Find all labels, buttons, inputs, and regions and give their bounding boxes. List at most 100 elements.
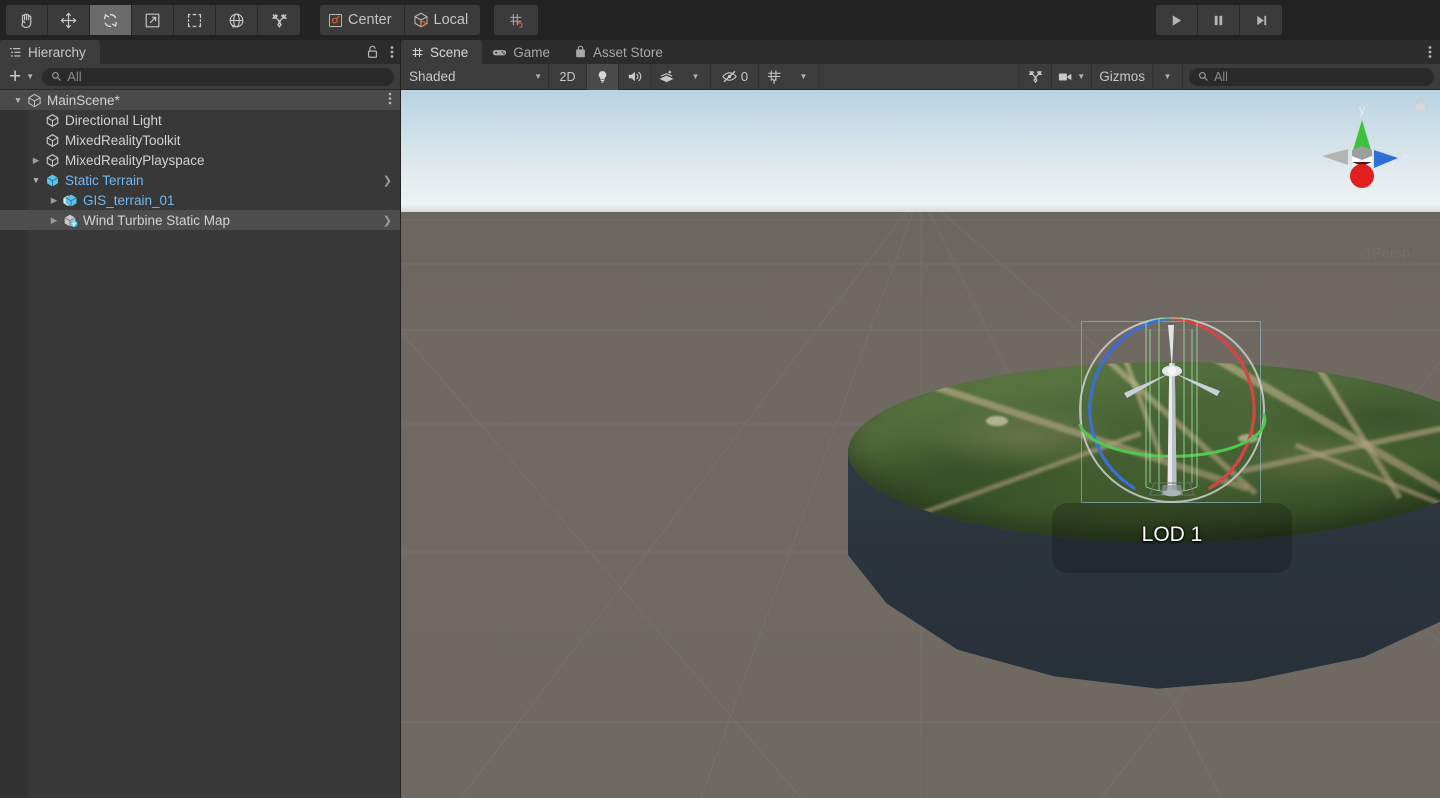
tab-scene-label: Scene — [430, 44, 469, 60]
scene-view-gizmo[interactable]: y z x — [1306, 98, 1418, 226]
component-tools-icon — [1028, 70, 1043, 84]
scene-camera-button[interactable]: ▼ — [1052, 63, 1093, 90]
search-icon — [1198, 71, 1208, 81]
playback-controls — [1156, 5, 1282, 35]
chevron-down-icon: ▼ — [1077, 72, 1086, 81]
hierarchy-row-mixedrealityplayspace[interactable]: ▶ MixedRealityPlayspace — [0, 150, 400, 170]
tab-game[interactable]: Game — [482, 40, 564, 64]
hidden-objects-button[interactable]: 0 — [711, 63, 759, 90]
hierarchy-icon — [9, 47, 21, 57]
gizmos-button[interactable]: Gizmos — [1092, 63, 1153, 90]
hand-tool-button[interactable] — [6, 5, 48, 35]
rect-tool-button[interactable] — [174, 5, 216, 35]
hierarchy-row-mixedrealitytoolkit[interactable]: MixedRealityToolkit — [0, 130, 400, 150]
move-icon — [60, 12, 77, 28]
pivot-mode-label: Center — [348, 12, 392, 28]
row-icon-wrap — [62, 212, 79, 229]
play-icon — [1172, 14, 1182, 26]
scene-panel: Scene Game Asset Store Shaded ▼ 2D ▼ 0 ▼… — [401, 40, 1440, 798]
projection-mode-toggle[interactable]: ◁ Persp — [1358, 246, 1410, 262]
hierarchy-row-mainscene[interactable]: ▼ MainScene* — [0, 90, 400, 110]
lock-icon[interactable] — [366, 45, 379, 59]
gizmo-lock-icon[interactable] — [1413, 97, 1428, 113]
toggle-audio-button[interactable] — [619, 63, 651, 90]
grid-snap-icon — [509, 13, 523, 28]
scene-menu-icon[interactable] — [1428, 45, 1432, 59]
hierarchy-row-label: MixedRealityToolkit — [65, 132, 181, 148]
grid-visibility-button[interactable] — [759, 64, 789, 90]
hierarchy-row-label: Directional Light — [65, 112, 162, 128]
speaker-icon — [628, 71, 641, 82]
eye-off-icon — [722, 70, 737, 83]
open-prefab-chevron-icon[interactable]: ❯ — [383, 174, 392, 187]
hierarchy-row-wind-turbine-static-map[interactable]: ▶ Wind Turbine Static Map ❯ — [0, 210, 400, 230]
chevron-right-icon[interactable]: ▶ — [46, 195, 62, 206]
open-prefab-chevron-icon[interactable]: ❯ — [383, 214, 392, 227]
space-mode-button[interactable]: Local — [404, 5, 481, 35]
scene-search-placeholder: All — [1214, 69, 1228, 84]
hierarchy-row-gis-terrain-01[interactable]: ▶ GIS_terrain_01 — [0, 190, 400, 210]
hierarchy-row-label: MixedRealityPlayspace — [65, 152, 205, 168]
chevron-down-icon[interactable]: ▼ — [28, 175, 44, 185]
gizmo-neg-x-cone[interactable] — [1322, 149, 1348, 165]
gizmos-label: Gizmos — [1099, 69, 1145, 84]
pause-button[interactable] — [1198, 5, 1240, 35]
hierarchy-menu-icon[interactable] — [390, 45, 394, 59]
search-icon — [52, 71, 61, 81]
scene-viewport[interactable]: LOD 1 y z x ◁ Persp — [401, 90, 1440, 798]
pivot-space-group: Center Local — [320, 4, 481, 36]
hierarchy-panel: Hierarchy + ▼ All ▼ MainScene* Direction… — [0, 40, 400, 796]
grid-snapping-button[interactable] — [494, 5, 539, 35]
store-icon — [576, 45, 585, 58]
row-icon-wrap — [44, 112, 61, 129]
rotate-tool-button[interactable] — [90, 5, 132, 35]
component-tools-button[interactable] — [1018, 63, 1053, 90]
gizmos-dropdown[interactable]: ▼ — [1153, 63, 1183, 90]
tab-asset-store-label: Asset Store — [593, 44, 663, 60]
hierarchy-search-input[interactable]: All — [42, 67, 394, 86]
hierarchy-row-directional-light[interactable]: Directional Light — [0, 110, 400, 130]
tab-hierarchy[interactable]: Hierarchy — [0, 40, 100, 64]
row-icon-wrap — [44, 152, 61, 169]
scene-context-menu-icon[interactable] — [388, 92, 392, 108]
tab-asset-store[interactable]: Asset Store — [564, 40, 677, 64]
add-object-dropdown[interactable]: ▼ — [26, 72, 40, 81]
scene-search-input[interactable]: All — [1189, 67, 1434, 86]
move-tool-button[interactable] — [48, 5, 90, 35]
toggle-2d-button[interactable]: 2D — [549, 63, 587, 90]
draw-mode-dropdown[interactable]: Shaded ▼ — [401, 63, 549, 90]
transform-tool-button[interactable] — [216, 5, 258, 35]
toggle-fx-button[interactable] — [651, 64, 681, 90]
scale-tool-button[interactable] — [132, 5, 174, 35]
chevron-right-icon[interactable]: ▶ — [28, 155, 44, 166]
add-object-button[interactable]: + — [6, 66, 24, 87]
gizmo-x-cone[interactable] — [1350, 164, 1374, 188]
row-icon-wrap — [44, 172, 61, 189]
gameobject-icon — [46, 133, 59, 147]
custom-editor-tool-button[interactable] — [258, 5, 300, 35]
toggle-lighting-button[interactable] — [587, 63, 619, 90]
fx-dropdown[interactable]: ▼ — [681, 63, 711, 90]
gizmo-z-arc[interactable] — [1088, 316, 1174, 490]
prefab-model-icon — [64, 214, 78, 227]
chevron-right-icon[interactable]: ▶ — [46, 215, 62, 226]
gizmo-y-cone[interactable] — [1353, 120, 1371, 150]
lod-label: LOD 1 — [1141, 523, 1203, 546]
hierarchy-row-static-terrain[interactable]: ▼ Static Terrain ❯ — [0, 170, 400, 190]
step-button[interactable] — [1240, 5, 1282, 35]
draw-mode-label: Shaded — [409, 69, 456, 84]
grid-dropdown[interactable]: ▼ — [789, 63, 819, 90]
play-button[interactable] — [1156, 5, 1198, 35]
transform-icon — [229, 13, 244, 28]
hierarchy-row-list: ▼ MainScene* Directional Light MixedReality… — [0, 90, 400, 230]
chevron-down-icon[interactable]: ▼ — [10, 95, 26, 105]
hierarchy-toolbar: + ▼ All — [0, 64, 400, 90]
scene-grid-icon — [412, 47, 423, 57]
pivot-mode-button[interactable]: Center — [320, 5, 405, 35]
gizmo-z-cone[interactable] — [1374, 150, 1398, 168]
effects-icon — [658, 70, 674, 83]
tab-scene[interactable]: Scene — [401, 40, 483, 64]
chevron-down-icon: ▼ — [1163, 72, 1172, 81]
rotation-gizmo[interactable] — [1064, 315, 1280, 511]
scene-view-toolbar: Shaded ▼ 2D ▼ 0 ▼ ▼ Gizmos ▼ All — [401, 63, 1440, 90]
